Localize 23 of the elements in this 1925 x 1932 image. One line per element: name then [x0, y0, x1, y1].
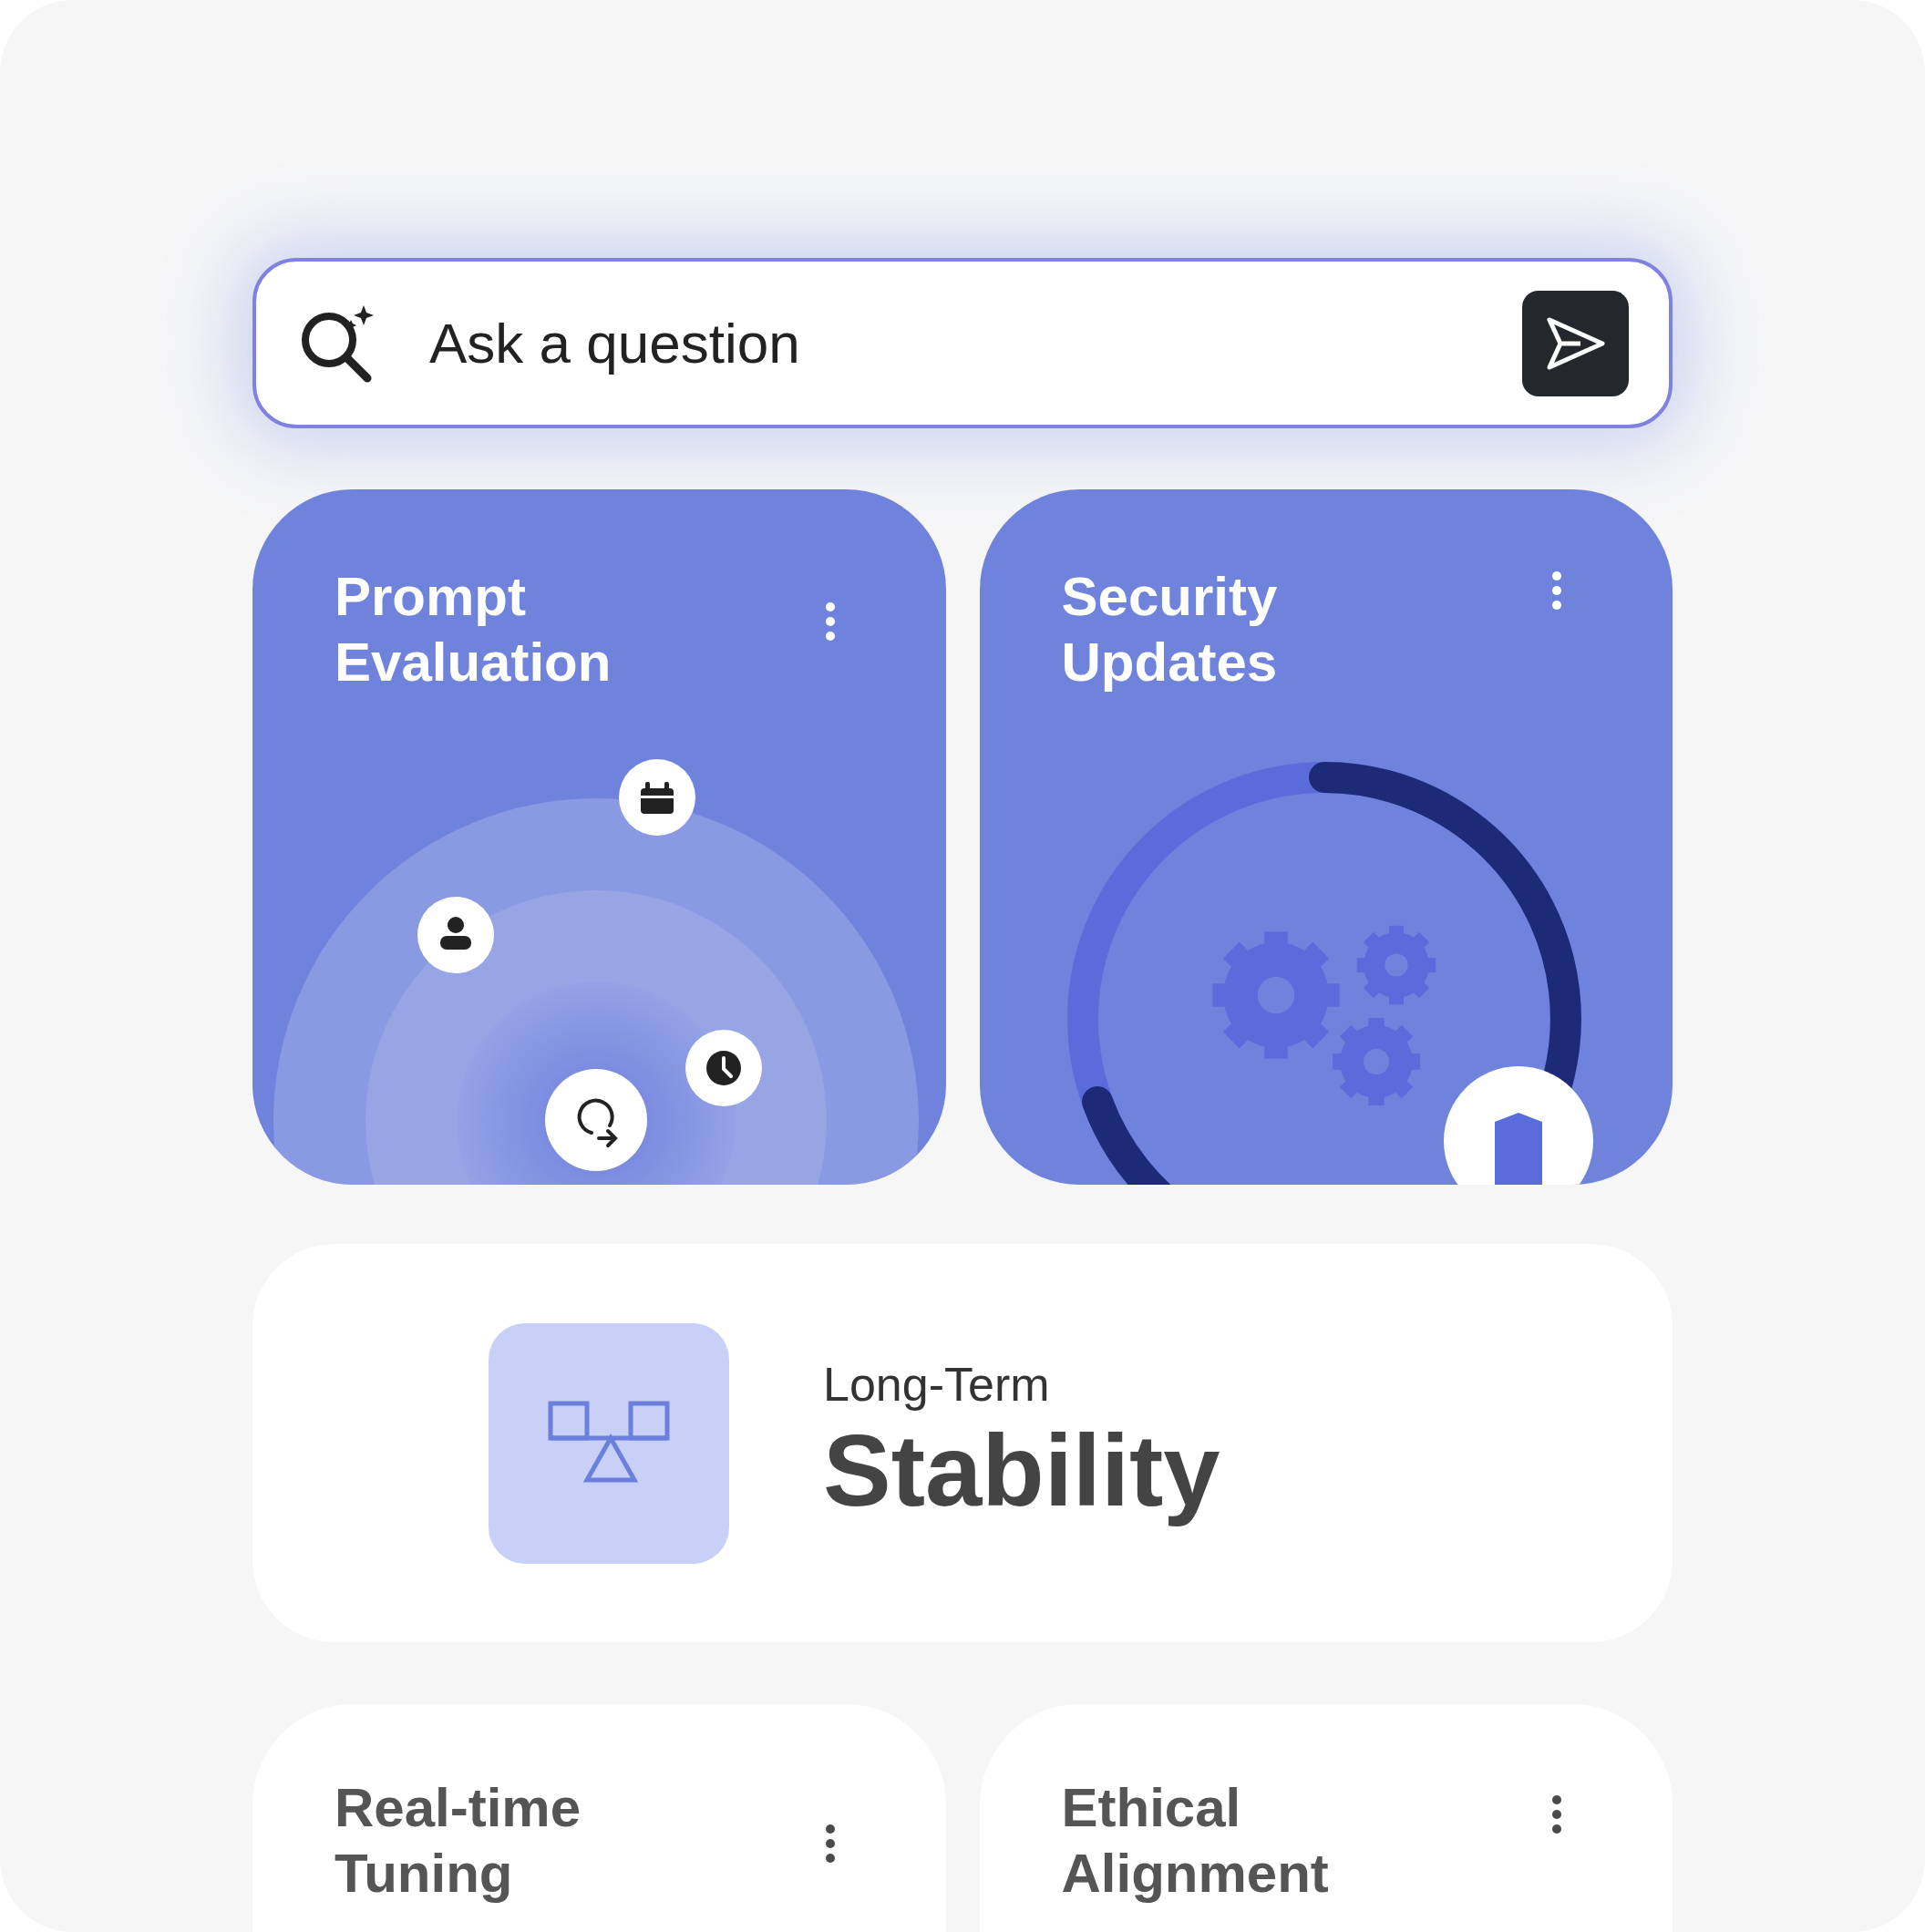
clock-icon [685, 1030, 762, 1106]
shield-icon [1443, 1066, 1593, 1185]
feature-card[interactable]: Security Updates [979, 489, 1673, 1185]
feature-card[interactable]: Prompt Evaluation [252, 489, 946, 1185]
refresh-icon [545, 1069, 647, 1171]
card-title: Ethical Alignment [1061, 1776, 1330, 1906]
send-button[interactable] [1522, 290, 1629, 396]
card-title: Real-time Tuning [335, 1776, 582, 1906]
search-field[interactable]: Ask a question [429, 301, 1522, 385]
send-icon [1545, 315, 1606, 371]
gear-icon [1356, 925, 1436, 1005]
search-bar[interactable]: Ask a question [252, 258, 1673, 428]
more-icon[interactable] [1550, 1793, 1563, 1835]
feature-title: Stability [823, 1412, 1220, 1529]
feature-subtitle: Long-Term [823, 1356, 1051, 1412]
stability-card[interactable]: Long-Term Stability [252, 1244, 1673, 1642]
card-title: Prompt Evaluation [335, 565, 612, 694]
calendar-icon [619, 759, 695, 836]
person-icon [417, 897, 494, 973]
feature-card[interactable]: Ethical Alignment [979, 1704, 1673, 1932]
card-title: Security Updates [1061, 565, 1279, 694]
feature-card[interactable]: Real-time Tuning [252, 1704, 946, 1932]
more-icon[interactable] [823, 1823, 837, 1865]
